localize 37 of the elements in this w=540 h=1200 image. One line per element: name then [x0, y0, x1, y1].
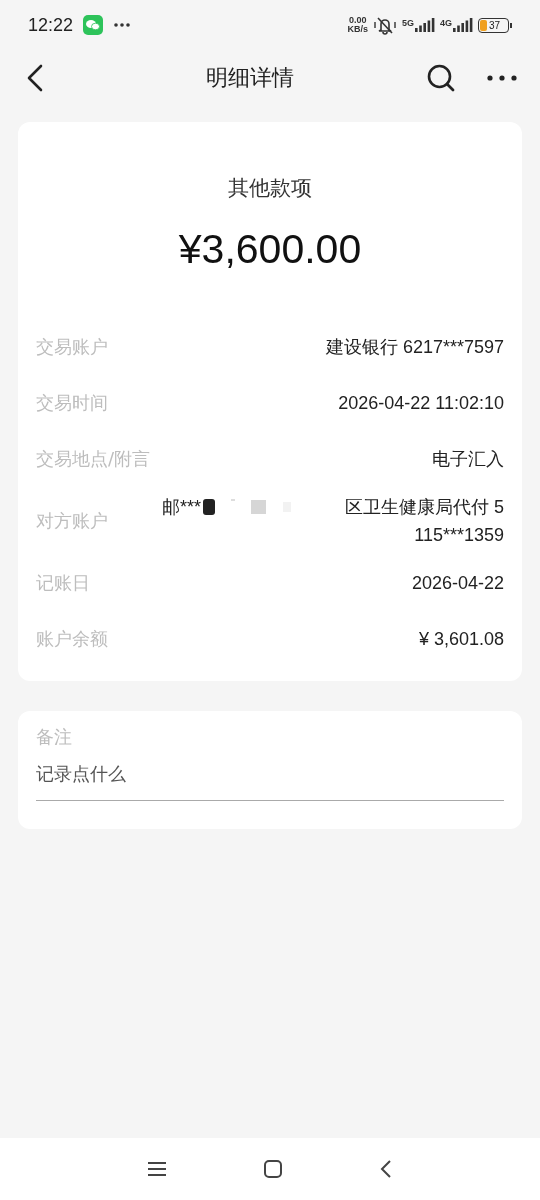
back-nav-icon[interactable]: [379, 1159, 393, 1179]
field-label: 对方账户: [36, 509, 108, 533]
field-value: 邮***: [161, 496, 201, 519]
memo-field[interactable]: 备注 记录点什么: [18, 711, 522, 829]
field-value: 建设银行 6217***7597: [325, 336, 504, 359]
network-type: 4G: [440, 18, 452, 28]
field-value: 2026-04-22: [411, 572, 504, 594]
battery-percent: 37: [489, 18, 501, 32]
transaction-category: 其他款项: [228, 175, 312, 202]
home-icon[interactable]: [263, 1159, 283, 1179]
memo-label: 备注: [36, 725, 73, 749]
field-label: 账户余额: [36, 627, 108, 651]
chat-app-icon: [83, 15, 104, 35]
network-speed-unit: KB/s: [347, 25, 368, 34]
battery-fill: [480, 19, 487, 31]
field-value: ¥ 3,601.08: [418, 628, 504, 650]
network-type: 5G: [401, 18, 414, 28]
field-value: 区卫生健康局代付 5: [345, 496, 504, 519]
field-value: 115***1359: [414, 524, 504, 547]
field-value: 2026-04-22 11:02:10: [338, 392, 504, 414]
network-speed: 0.00: [348, 16, 367, 25]
field-label: 交易账户: [36, 335, 108, 359]
field-value: 电子汇入: [432, 448, 504, 471]
field-label: 记账日: [36, 571, 90, 595]
signal-icon: [415, 18, 435, 32]
back-icon[interactable]: [26, 64, 44, 92]
signal-icon: [453, 18, 473, 32]
menu-icon[interactable]: [147, 1161, 167, 1177]
more-notifications-icon: [113, 22, 132, 28]
page-title: 明细详情: [205, 64, 295, 92]
field-label: 交易地点/附言: [36, 447, 151, 471]
transaction-amount: ¥3,600.00: [178, 226, 362, 273]
search-icon[interactable]: [426, 63, 456, 93]
field-label: 交易时间: [36, 391, 108, 415]
clock-time: 12:22: [28, 14, 74, 36]
more-icon[interactable]: [486, 74, 518, 82]
muted-bell-icon: [372, 15, 397, 35]
